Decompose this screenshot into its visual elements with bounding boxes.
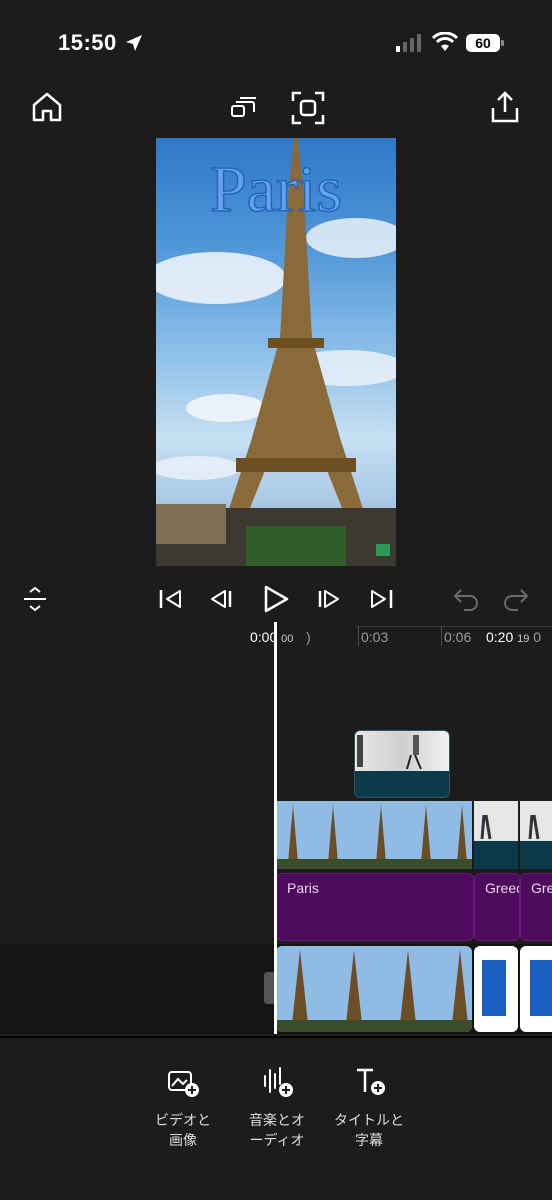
total-duration: 0:20 19 0 [486,629,541,645]
tool-label-line: タイトルと [334,1112,404,1128]
video-clip-greece[interactable] [474,801,518,869]
tool-label: タイトルと 字幕 [324,1110,414,1150]
ruler-label: 0:06 [444,629,472,645]
title-clip-label: Greece [531,880,552,896]
tool-label-line: ーディオ [249,1132,305,1148]
overlay-video-clip[interactable] [354,730,450,798]
tool-label-line: 画像 [169,1132,197,1148]
location-arrow-icon [124,33,144,53]
redo-icon[interactable] [502,586,530,612]
add-title-caption-button[interactable]: タイトルと 字幕 [324,1064,414,1150]
add-audio-icon [257,1064,297,1100]
title-clip-label: Paris [287,880,319,896]
aspect-ratio-icon[interactable] [228,92,260,124]
fullscreen-icon[interactable] [290,90,326,126]
step-forward-icon[interactable] [316,588,342,610]
video-clip-paris[interactable] [276,801,472,869]
step-back-icon[interactable] [208,588,234,610]
title-clip[interactable]: Greece [520,873,552,941]
tool-label: ビデオと 画像 [138,1110,228,1150]
ruler-tick [441,626,442,646]
end-overflow: 0 [533,629,542,645]
preview-title-overlay: Paris [209,152,343,227]
ruler-label: 0:03 [361,629,389,645]
video-preview[interactable]: Paris [156,138,396,566]
end-frame: 19 [517,633,530,645]
collapse-split-icon[interactable] [22,586,48,612]
current-time: 0:00 00 [250,629,293,645]
main-title-card-clip[interactable] [520,946,552,1032]
current-frame: 00 [281,633,294,645]
toolbar-divider [0,1036,552,1038]
timeline-ruler [356,626,552,627]
battery-level: 60 [475,35,491,51]
cellular-signal-icon [396,34,424,52]
add-music-audio-button[interactable]: 音楽とオ ーディオ [232,1064,322,1150]
tool-label-line: 音楽とオ [249,1112,305,1128]
title-clip[interactable]: Greece [474,873,520,941]
title-clip-label: Greece [485,880,519,896]
ruler-label: ) [306,629,311,645]
undo-icon[interactable] [452,586,480,612]
title-clip[interactable]: Paris [276,873,474,941]
add-media-icon [163,1064,203,1100]
tool-label: 音楽とオ ーディオ [232,1110,322,1150]
main-title-card-clip[interactable] [474,946,518,1032]
tool-label-line: ビデオと [155,1112,211,1128]
main-video-clip[interactable] [276,946,472,1032]
ruler-tick [358,626,359,646]
end-time-value: 0:20 [486,629,514,645]
add-title-icon [349,1064,389,1100]
add-video-image-button[interactable]: ビデオと 画像 [138,1064,228,1150]
home-button[interactable] [30,90,64,124]
share-button[interactable] [488,90,522,124]
play-icon[interactable] [262,584,290,614]
status-time: 15:50 [58,30,117,55]
wifi-icon [432,32,458,52]
clip-thumbnail [355,731,449,771]
video-clip-greece[interactable] [520,801,552,869]
playhead[interactable] [274,622,277,1034]
skip-to-start-icon[interactable] [158,588,184,610]
tool-label-line: 字幕 [355,1132,383,1148]
skip-to-end-icon[interactable] [368,588,394,610]
